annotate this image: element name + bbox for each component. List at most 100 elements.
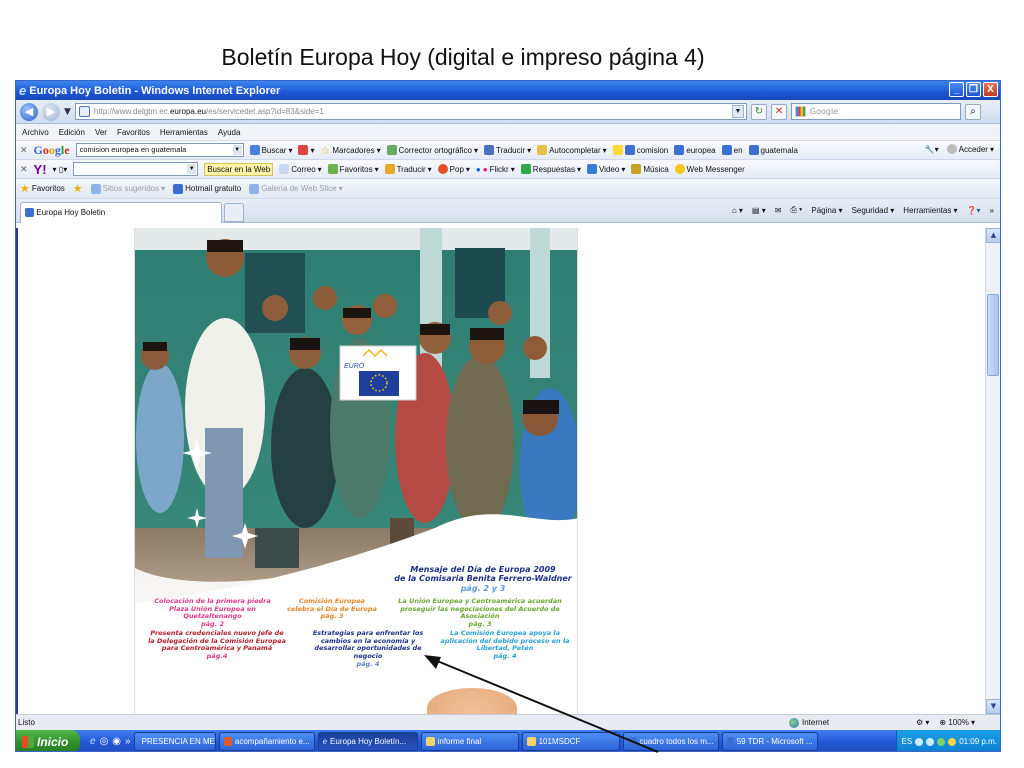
more-commands-icon[interactable]: » — [990, 206, 994, 215]
yahoo-logo[interactable]: Y! — [34, 162, 47, 177]
highlight-guatemala[interactable]: guatemala — [748, 145, 798, 155]
security-icon[interactable] — [937, 737, 946, 746]
highlight-europea[interactable]: europea — [674, 145, 716, 155]
explorer-quicklaunch-icon[interactable]: ◉ — [112, 736, 121, 747]
menu-herramientas[interactable]: Herramientas — [160, 128, 208, 137]
scroll-thumb[interactable] — [987, 294, 999, 376]
google-corrector-button[interactable]: Corrector ortográfico ▾ — [386, 145, 478, 155]
favorites-button[interactable]: ★ Favoritos — [20, 182, 65, 195]
network-icon[interactable] — [915, 737, 924, 746]
refresh-icon[interactable]: ↻ — [750, 103, 767, 120]
google-tools-icon[interactable]: ▾ — [298, 145, 315, 155]
task-presencia[interactable]: PRESENCIA EN ME... — [133, 732, 216, 751]
tools-menu[interactable]: Herramientas ▾ — [903, 206, 957, 215]
google-marcadores-button[interactable]: ☆ Marcadores ▾ — [321, 144, 381, 157]
acceder-button[interactable]: Acceder ▾ — [946, 144, 994, 154]
menu-ver[interactable]: Ver — [95, 128, 107, 137]
print-icon[interactable]: ⎙ ▾ — [790, 205, 802, 215]
favorites-bar: ★ Favoritos ★ Sitios sugeridos ▾ Hotmail … — [16, 179, 1000, 199]
yahoo-dropdown-icon[interactable]: ▼ — [187, 164, 197, 174]
more-quicklaunch-icon[interactable]: » — [125, 736, 131, 747]
yahoo-favoritos-button[interactable]: Favoritos ▾ — [327, 164, 379, 174]
task-informe-final[interactable]: informe final — [420, 732, 519, 751]
task-acompanamiento[interactable]: acompañamiento e... — [218, 732, 315, 751]
language-indicator[interactable]: ES — [902, 737, 913, 746]
messenger-icon — [674, 164, 685, 174]
back-button[interactable]: ◀ — [20, 102, 38, 121]
add-favorite-icon[interactable]: ★ — [73, 182, 83, 195]
mail-read-icon[interactable]: ✉ — [775, 206, 782, 215]
security-zone[interactable]: Internet — [789, 715, 829, 730]
system-tray: ES 01:09 p.m. — [895, 730, 1000, 751]
yahoo-video-button[interactable]: Video ▾ — [586, 164, 625, 174]
yahoo-flickr-button[interactable]: ● ● Flickr ▾ — [476, 165, 515, 174]
close-toolbar-icon[interactable]: ✕ — [20, 145, 28, 156]
word-icon — [627, 737, 637, 746]
page-menu[interactable]: Página ▾ — [811, 206, 842, 215]
query-dropdown-icon[interactable]: ▼ — [232, 145, 242, 155]
new-tab-button[interactable] — [224, 203, 244, 222]
yahoo-pop-button[interactable]: Pop ▾ — [437, 164, 470, 174]
yahoo-search-input[interactable]: ▼ — [73, 162, 199, 176]
stop-icon[interactable]: ✕ — [770, 103, 787, 120]
history-dropdown-icon[interactable]: ▼ — [64, 107, 71, 117]
search-input[interactable]: Google — [790, 103, 961, 120]
task-europa-hoy[interactable]: e Europa Hoy Boletín... — [317, 732, 418, 751]
google-logo[interactable]: Google — [34, 143, 70, 158]
yahoo-musica-button[interactable]: Música — [631, 164, 669, 174]
menu-ayuda[interactable]: Ayuda — [218, 128, 241, 137]
maximize-button[interactable]: ❐ — [966, 82, 981, 97]
yahoo-search-button[interactable]: Buscar en la Web — [204, 162, 274, 176]
signal-icon[interactable] — [948, 737, 957, 746]
yahoo-menu-icon[interactable]: ▾ ▯▾ — [53, 165, 68, 174]
window-titlebar[interactable]: e Europa Hoy Boletin - Windows Internet … — [16, 81, 1000, 100]
menu-favoritos[interactable]: Favoritos — [117, 128, 150, 137]
task-cuadro[interactable]: cuadro todos los m... — [622, 732, 719, 751]
suggested-sites-link[interactable]: Sitios sugeridos ▾ — [90, 183, 165, 194]
google-traducir-button[interactable]: Traducir ▾ — [484, 145, 531, 155]
url-dropdown-icon[interactable]: ▼ — [731, 105, 744, 118]
help-icon[interactable]: ❓▾ — [967, 206, 981, 215]
google-buscar-button[interactable]: Buscar ▾ — [249, 145, 292, 155]
yahoo-respuestas-button[interactable]: Respuestas ▾ — [520, 164, 581, 174]
protected-mode-icon[interactable]: ⚙ ▾ — [916, 715, 929, 730]
hotmail-link[interactable]: Hotmail gratuito — [173, 183, 241, 194]
tab-europa-hoy[interactable]: Europa Hoy Boletin — [20, 202, 222, 223]
media-quicklaunch-icon[interactable]: ◎ — [100, 736, 109, 747]
close-toolbar-icon[interactable]: ✕ — [20, 164, 28, 175]
ie-quicklaunch-icon[interactable]: e — [90, 736, 96, 747]
scroll-down-arrow-icon[interactable]: ▼ — [986, 699, 1000, 714]
highlight-comision[interactable]: comision — [612, 145, 668, 155]
scroll-up-arrow-icon[interactable]: ▲ — [986, 228, 1000, 243]
web-slice-link[interactable]: Galería de Web Slice ▾ — [249, 183, 343, 194]
menu-edicion[interactable]: Edición — [59, 128, 85, 137]
security-menu[interactable]: Seguridad ▾ — [852, 206, 895, 215]
wrench-icon[interactable]: 🔧▾ — [925, 144, 939, 154]
word-icon — [726, 737, 734, 746]
close-button[interactable]: X — [983, 82, 998, 97]
menu-archivo[interactable]: Archivo — [22, 128, 49, 137]
newsletter-cover-photo: EURO — [135, 228, 577, 603]
url-input[interactable]: http://www.delgtm.ec.europa.eu/es/servic… — [74, 103, 747, 120]
forward-button[interactable]: ▶ — [42, 102, 60, 121]
feeds-icon[interactable]: ▤ ▾ — [752, 206, 766, 215]
yahoo-toolbar: ✕ Y! ▾ ▯▾ ▼ Buscar en la Web Correo ▾ Fa… — [16, 160, 1000, 179]
clock[interactable]: 01:09 p.m. — [959, 737, 997, 746]
google-autocompletar-button[interactable]: Autocompletar ▾ — [537, 145, 607, 155]
start-button[interactable]: Inicio — [16, 730, 80, 751]
task-101msdcf[interactable]: 101MSDCF — [521, 732, 620, 751]
minimize-button[interactable]: _ — [949, 82, 964, 97]
google-toolbar-query[interactable]: comision europea en guatemala ▼ — [75, 143, 244, 157]
zoom-level[interactable]: ⊕ 100% ▾ — [939, 715, 975, 730]
yahoo-messenger-button[interactable]: Web Messenger — [674, 164, 745, 174]
volume-icon[interactable] — [926, 737, 935, 746]
home-icon[interactable]: ⌂ ▾ — [732, 206, 743, 215]
task-tdr[interactable]: 59 TDR - Microsoft ... — [721, 732, 818, 751]
folder-icon — [526, 737, 536, 746]
yahoo-correo-button[interactable]: Correo ▾ — [279, 164, 322, 174]
vertical-scrollbar[interactable]: ▲ ▼ — [985, 228, 1000, 714]
search-button-icon[interactable]: ⌕ — [964, 103, 981, 120]
article-plaza: Colocación de la primera piedra Plaza Un… — [154, 597, 271, 628]
yahoo-traducir-button[interactable]: Traducir ▾ — [384, 164, 432, 174]
highlight-en[interactable]: en — [721, 145, 743, 155]
